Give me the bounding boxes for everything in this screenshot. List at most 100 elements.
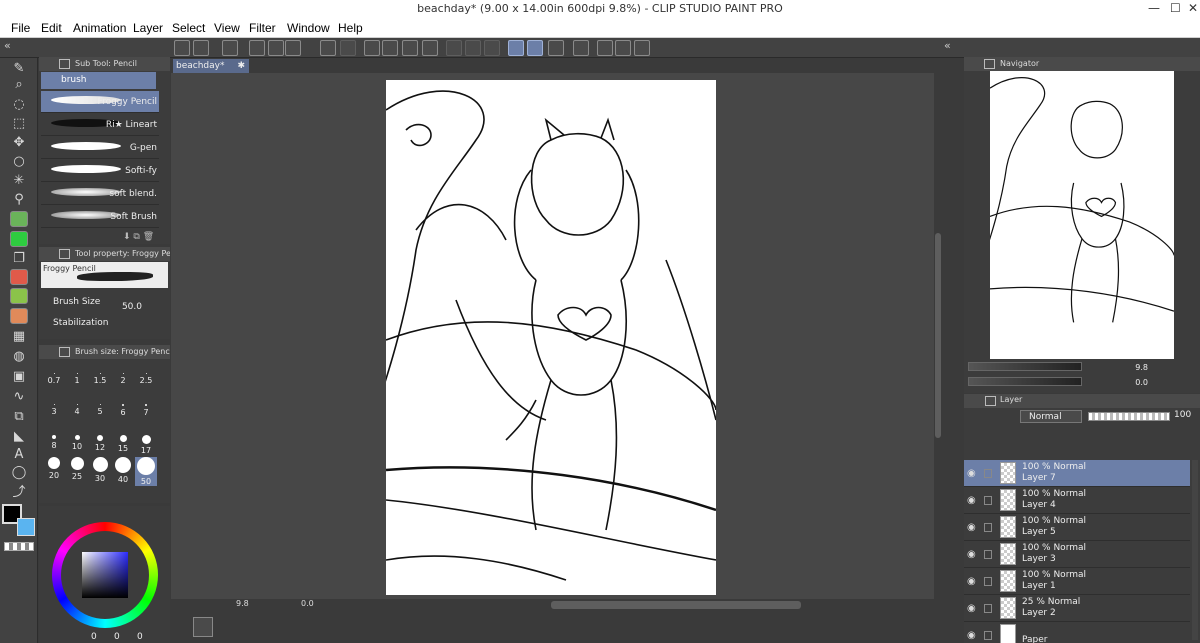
brush-size-option[interactable]: 7 bbox=[135, 398, 157, 417]
canvas-area[interactable] bbox=[171, 73, 934, 599]
menu-filter[interactable]: Filter bbox=[249, 21, 276, 35]
brush-size-option[interactable]: 2 bbox=[112, 367, 134, 385]
ruler-snap-icon[interactable] bbox=[465, 40, 481, 56]
export-icon[interactable] bbox=[268, 40, 284, 56]
opacity-value[interactable]: 100 bbox=[1174, 410, 1191, 420]
brush-size-option[interactable]: 1.5 bbox=[89, 367, 111, 385]
color-wheel[interactable] bbox=[52, 522, 158, 628]
layer-scrollbar[interactable] bbox=[1192, 460, 1198, 640]
opacity-slider[interactable] bbox=[1088, 412, 1170, 421]
vertical-scrollbar[interactable] bbox=[934, 73, 942, 599]
import-icon[interactable] bbox=[285, 40, 301, 56]
layer-lock-box[interactable] bbox=[984, 496, 992, 505]
visibility-eye-icon[interactable]: ◉ bbox=[967, 630, 976, 641]
grid-snap-icon[interactable] bbox=[484, 40, 500, 56]
close-button[interactable]: ✕ bbox=[1188, 1, 1198, 15]
green-pen-tool-icon[interactable] bbox=[10, 231, 28, 247]
brush-size-option[interactable]: 4 bbox=[66, 398, 88, 416]
text-tool-icon[interactable]: A bbox=[10, 446, 28, 462]
brush-item[interactable]: Froggy Pencil bbox=[41, 91, 159, 113]
layer-row[interactable]: ◉ 100 % Normal Layer 7 bbox=[964, 460, 1190, 487]
menu-animation[interactable]: Animation bbox=[73, 21, 126, 35]
brush-size-option[interactable]: 1 bbox=[66, 367, 88, 385]
visibility-eye-icon[interactable]: ◉ bbox=[967, 468, 976, 479]
blend-mode-select[interactable]: Normal bbox=[1020, 410, 1082, 423]
layer-row[interactable]: ◉ 100 % Normal Layer 5 bbox=[964, 514, 1190, 541]
close-tab-icon[interactable]: ✱ bbox=[237, 59, 245, 73]
crop-icon[interactable] bbox=[422, 40, 438, 56]
layer-lock-box[interactable] bbox=[984, 523, 992, 532]
navigator-preview[interactable] bbox=[990, 71, 1174, 359]
pencil-tool-icon[interactable]: ✎ bbox=[10, 60, 28, 76]
layer-row[interactable]: ◉ 100 % Normal Layer 1 bbox=[964, 568, 1190, 595]
brush-size-option[interactable]: 2.5 bbox=[135, 367, 157, 385]
undo-icon[interactable] bbox=[320, 40, 336, 56]
assets-icon[interactable] bbox=[634, 40, 650, 56]
brush-item[interactable]: Soft Brush bbox=[41, 206, 159, 228]
visibility-eye-icon[interactable]: ◉ bbox=[967, 603, 976, 614]
frog-eraser-tool-icon[interactable] bbox=[10, 288, 28, 304]
eyedropper-tool-icon[interactable]: ⚲ bbox=[10, 191, 28, 207]
gradient-tool-icon[interactable]: ▣ bbox=[10, 368, 28, 384]
layer-row[interactable]: ◉ Paper bbox=[964, 622, 1190, 643]
brush-size-option[interactable]: 50 bbox=[135, 457, 157, 486]
sphere-tool-icon[interactable]: ◍ bbox=[10, 348, 28, 364]
visibility-eye-icon[interactable]: ◉ bbox=[967, 549, 976, 560]
brush-size-option[interactable]: 30 bbox=[89, 457, 111, 483]
rotate-tool-icon[interactable]: ◌ bbox=[10, 96, 28, 112]
visibility-eye-icon[interactable]: ◉ bbox=[967, 495, 976, 506]
menu-layer[interactable]: Layer bbox=[133, 21, 163, 35]
panel-toggle-icon[interactable] bbox=[193, 617, 213, 637]
navigator-zoom-slider[interactable] bbox=[968, 362, 1082, 371]
maximize-button[interactable]: ☐ bbox=[1170, 1, 1181, 15]
canvas-zoom-value[interactable]: 9.8 bbox=[236, 599, 249, 608]
help-icon[interactable] bbox=[597, 40, 613, 56]
sub-tool-footer-icons[interactable]: ⬇ ⧉ 🗑 bbox=[123, 232, 154, 242]
pen-pressure-icon[interactable] bbox=[527, 40, 543, 56]
brush-item[interactable]: soft blend. bbox=[41, 183, 159, 205]
brush-size-option[interactable]: 25 bbox=[66, 457, 88, 481]
brush-item[interactable]: Ri★ Lineart bbox=[41, 114, 159, 136]
saturation-square[interactable] bbox=[82, 552, 128, 598]
menu-window[interactable]: Window bbox=[287, 21, 330, 35]
layers-tool-icon[interactable]: ❐ bbox=[10, 250, 28, 266]
sub-color-swatch[interactable] bbox=[17, 518, 35, 536]
correct-line-tool-icon[interactable]: ⤴ bbox=[10, 482, 28, 500]
menu-select[interactable]: Select bbox=[172, 21, 205, 35]
visibility-eye-icon[interactable]: ◉ bbox=[967, 522, 976, 533]
balloon-tool-icon[interactable]: ◯ bbox=[10, 464, 28, 480]
brush-size-value[interactable]: 50.0 bbox=[122, 302, 142, 312]
visibility-eye-icon[interactable]: ◉ bbox=[967, 576, 976, 587]
move-tool-icon[interactable]: ✥ bbox=[10, 134, 28, 150]
phone-icon[interactable] bbox=[573, 40, 589, 56]
brush-size-option[interactable]: 6 bbox=[112, 398, 134, 417]
menu-help[interactable]: Help bbox=[338, 21, 363, 35]
layer-lock-box[interactable] bbox=[984, 604, 992, 613]
frame-tool-icon[interactable]: ⧉ bbox=[10, 408, 28, 424]
layer-row[interactable]: ◉ 100 % Normal Layer 3 bbox=[964, 541, 1190, 568]
lasso-tool-icon[interactable]: ○ bbox=[10, 153, 28, 169]
layer-lock-box[interactable] bbox=[984, 469, 992, 478]
brush-size-option[interactable]: 8 bbox=[43, 429, 65, 450]
fill-icon[interactable] bbox=[382, 40, 398, 56]
brush-size-option[interactable]: 12 bbox=[89, 429, 111, 452]
save-icon[interactable] bbox=[249, 40, 265, 56]
brush-size-option[interactable]: 20 bbox=[43, 457, 65, 480]
clear-icon[interactable] bbox=[364, 40, 380, 56]
document-tab[interactable]: beachday* ✱ bbox=[173, 59, 249, 73]
transform-icon[interactable] bbox=[402, 40, 418, 56]
open-icon[interactable] bbox=[222, 40, 238, 56]
redo-icon[interactable] bbox=[340, 40, 356, 56]
stabilizer-icon[interactable] bbox=[508, 40, 524, 56]
minimize-button[interactable]: — bbox=[1148, 1, 1160, 15]
brush-size-option[interactable]: 10 bbox=[66, 429, 88, 451]
layer-lock-box[interactable] bbox=[984, 550, 992, 559]
orange-blend-tool-icon[interactable] bbox=[10, 308, 28, 324]
sub-tool-group[interactable]: brush bbox=[41, 72, 156, 89]
transparent-color-swatch[interactable] bbox=[4, 542, 34, 551]
drawing-canvas[interactable] bbox=[386, 80, 716, 595]
menu-file[interactable]: File bbox=[11, 21, 30, 35]
vertical-scroll-thumb[interactable] bbox=[935, 233, 941, 438]
canvas-rotation-value[interactable]: 0.0 bbox=[301, 599, 314, 608]
layer-row[interactable]: ◉ 25 % Normal Layer 2 bbox=[964, 595, 1190, 622]
